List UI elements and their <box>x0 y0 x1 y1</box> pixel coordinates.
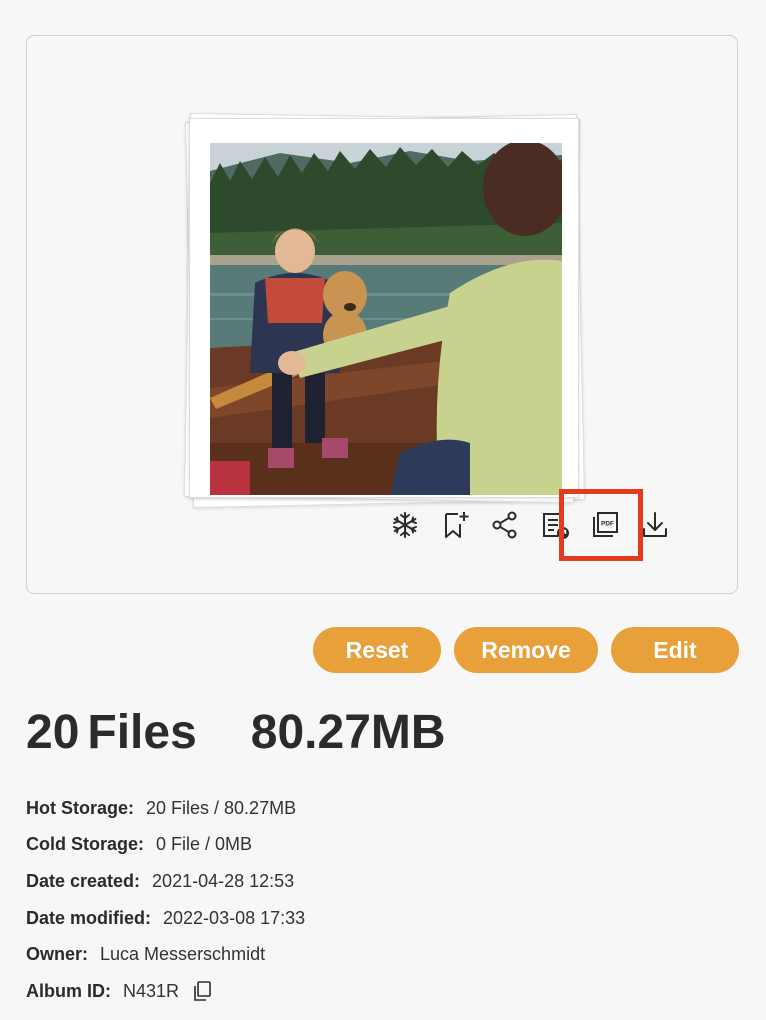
edit-button[interactable]: Edit <box>611 627 739 673</box>
file-count-label: Files <box>87 706 197 759</box>
download-icon <box>643 512 667 537</box>
share-icon <box>492 511 517 539</box>
date-created-row: Date created: 2021-04-28 12:53 <box>26 863 305 900</box>
owner-row: Owner: Luca Messerschmidt <box>26 936 305 973</box>
bookmark-add-icon <box>445 512 469 538</box>
album-summary: 20 Files 80.27MB <box>26 705 446 760</box>
photo-stack[interactable] <box>184 108 585 509</box>
file-count: 20 <box>26 706 80 759</box>
download-button[interactable] <box>630 505 680 545</box>
album-id-row: Album ID: N431R <box>26 973 305 1010</box>
document-export-icon <box>543 513 569 539</box>
owner-label: Owner: <box>26 944 89 965</box>
album-id-value: N431R <box>123 980 180 1001</box>
svg-text:PDF: PDF <box>601 521 614 528</box>
date-modified-label: Date modified: <box>26 907 152 928</box>
album-details: Hot Storage: 20 Files / 80.27MB Cold Sto… <box>26 790 305 1010</box>
remove-button[interactable]: Remove <box>454 627 598 673</box>
hot-storage-value: 20 Files / 80.27MB <box>146 797 297 818</box>
date-created-label: Date created: <box>26 870 141 891</box>
bookmark-add-button[interactable] <box>430 505 480 545</box>
album-id-label: Album ID: <box>26 980 111 1001</box>
hot-storage-row: Hot Storage: 20 Files / 80.27MB <box>26 790 305 827</box>
album-cover-photo <box>210 143 562 495</box>
share-button[interactable] <box>480 505 530 545</box>
hot-storage-label: Hot Storage: <box>26 797 134 818</box>
export-list-button[interactable] <box>530 505 580 545</box>
pdf-button[interactable]: PDF <box>580 505 630 545</box>
album-action-bar: PDF <box>380 505 680 545</box>
cold-storage-button[interactable] <box>380 505 430 545</box>
owner-value: Luca Messerschmidt <box>100 944 266 965</box>
cover-photo-image <box>210 143 562 495</box>
total-size: 80.27MB <box>250 706 446 759</box>
pdf-icon: PDF <box>593 512 618 537</box>
cold-storage-row: Cold Storage: 0 File / 0MB <box>26 827 305 864</box>
snowflake-icon <box>393 512 417 538</box>
copy-icon[interactable] <box>193 981 211 1002</box>
cold-storage-value: 0 File / 0MB <box>156 834 253 855</box>
cold-storage-label: Cold Storage: <box>26 834 145 855</box>
date-created-value: 2021-04-28 12:53 <box>152 870 295 891</box>
stack-sheet <box>189 118 579 498</box>
reset-button[interactable]: Reset <box>313 627 441 673</box>
date-modified-row: Date modified: 2022-03-08 17:33 <box>26 900 305 937</box>
date-modified-value: 2022-03-08 17:33 <box>163 907 306 928</box>
